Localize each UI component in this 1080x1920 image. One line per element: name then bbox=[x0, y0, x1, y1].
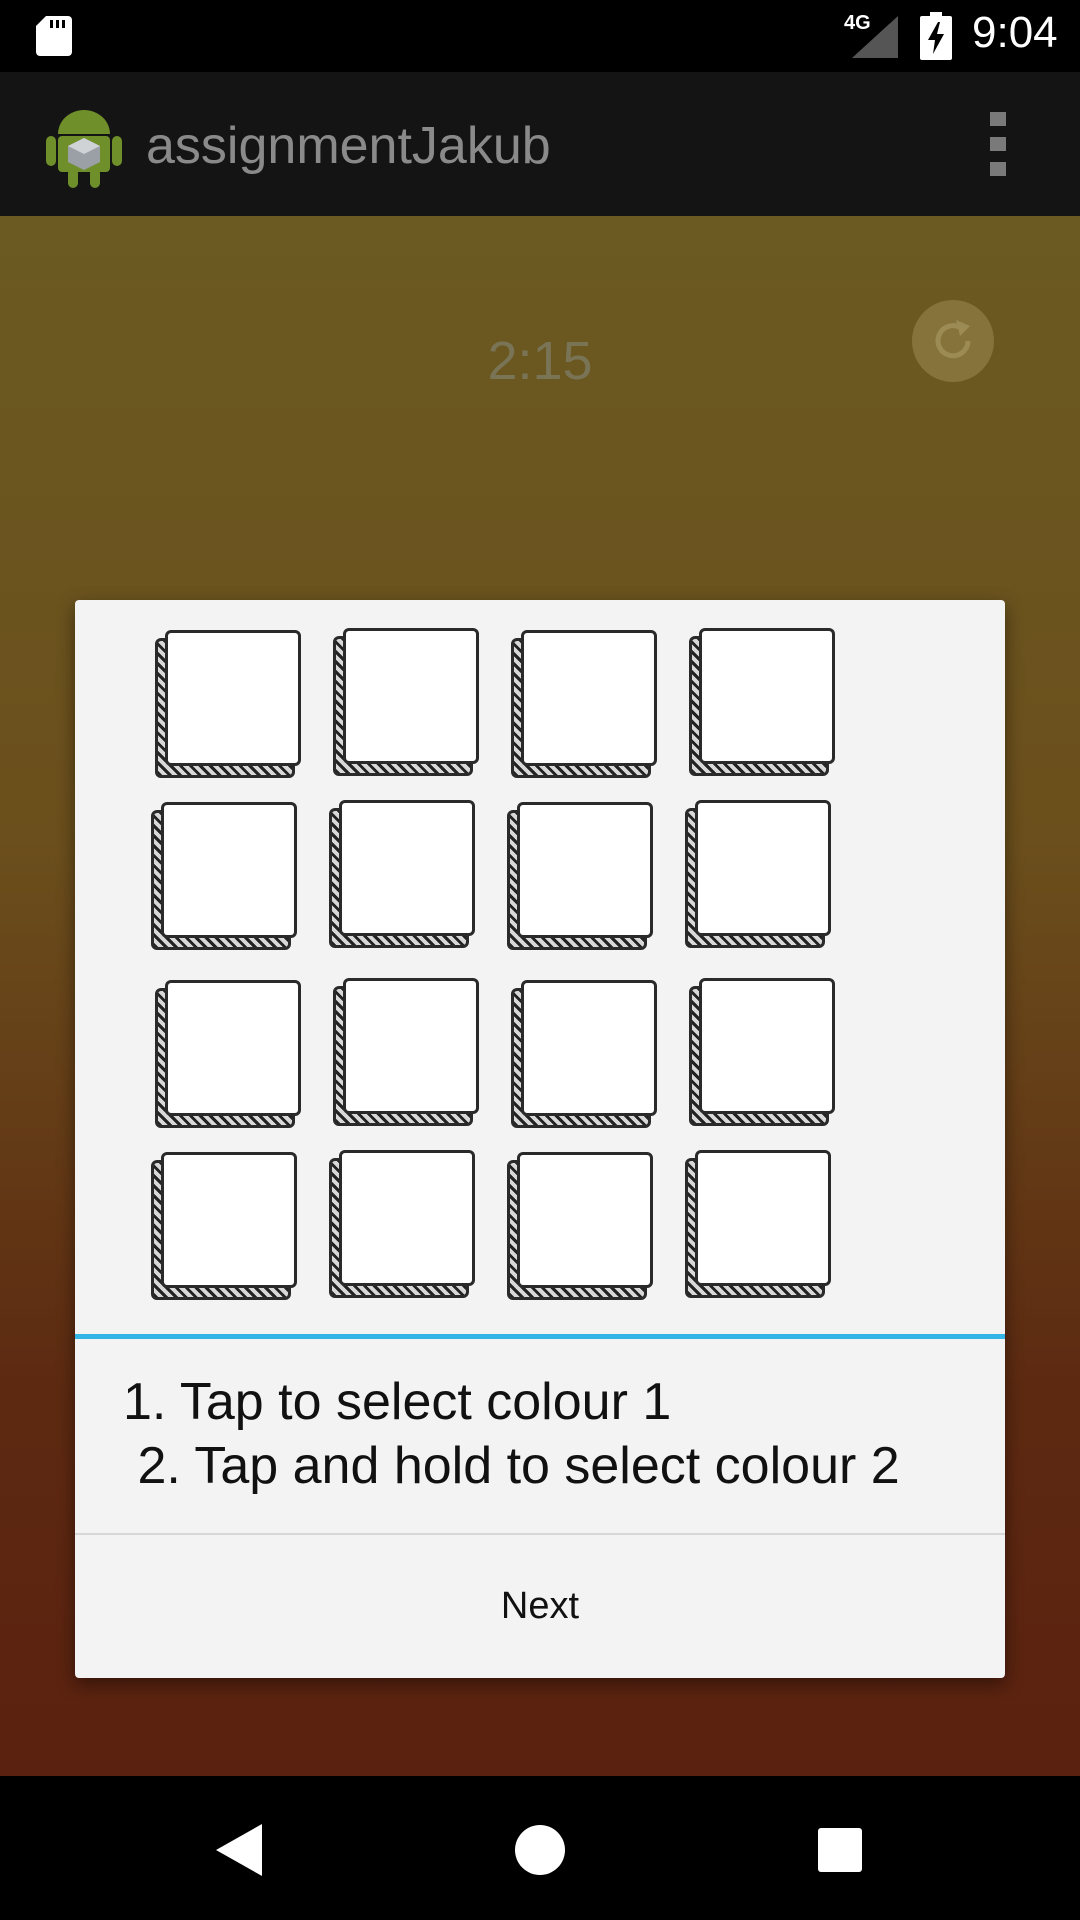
color-tile[interactable] bbox=[151, 802, 299, 950]
sd-card-icon bbox=[36, 16, 72, 56]
navigation-bar bbox=[0, 1776, 1080, 1920]
color-tile[interactable] bbox=[155, 980, 303, 1128]
instruction-line-2: 2. Tap and hold to select colour 2 bbox=[123, 1437, 900, 1495]
overflow-menu-icon[interactable] bbox=[984, 110, 1012, 178]
tile-face bbox=[339, 1150, 475, 1286]
tile-face bbox=[699, 978, 835, 1114]
color-tile[interactable] bbox=[511, 630, 659, 778]
tile-face bbox=[161, 1152, 297, 1288]
tile-face bbox=[161, 802, 297, 938]
color-tile[interactable] bbox=[329, 1150, 477, 1298]
tile-face bbox=[521, 630, 657, 766]
tile-face bbox=[695, 1150, 831, 1286]
color-tile[interactable] bbox=[507, 802, 655, 950]
color-tile[interactable] bbox=[155, 630, 303, 778]
color-tile[interactable] bbox=[507, 1152, 655, 1300]
battery-charging-icon bbox=[920, 12, 952, 60]
color-tile[interactable] bbox=[685, 800, 833, 948]
status-bar: 4G 9:04 bbox=[0, 0, 1080, 72]
signal-icon bbox=[852, 16, 898, 58]
dialog-divider-accent bbox=[75, 1334, 1005, 1339]
instruction-line-1: 1. Tap to select colour 1 bbox=[123, 1373, 672, 1431]
color-tile[interactable] bbox=[333, 628, 481, 776]
color-tile[interactable] bbox=[511, 980, 659, 1128]
next-button[interactable]: Next bbox=[75, 1535, 1005, 1678]
color-tile[interactable] bbox=[329, 800, 477, 948]
tile-face bbox=[521, 980, 657, 1116]
refresh-icon bbox=[935, 320, 971, 359]
tile-face bbox=[517, 1152, 653, 1288]
tile-face bbox=[695, 800, 831, 936]
instructions-dialog: 1. Tap to select colour 1 2. Tap and hol… bbox=[75, 600, 1005, 1678]
tile-grid bbox=[151, 628, 855, 1300]
tile-face bbox=[343, 628, 479, 764]
tile-face bbox=[343, 978, 479, 1114]
status-clock: 9:04 bbox=[972, 8, 1058, 57]
color-tile[interactable] bbox=[151, 1152, 299, 1300]
home-icon[interactable] bbox=[510, 1820, 570, 1880]
tile-face bbox=[339, 800, 475, 936]
recents-icon[interactable] bbox=[810, 1820, 870, 1880]
color-tile[interactable] bbox=[689, 628, 837, 776]
app-title: assignmentJakub bbox=[146, 117, 551, 175]
tile-face bbox=[699, 628, 835, 764]
app-bar: assignmentJakub bbox=[0, 72, 1080, 216]
tile-face bbox=[517, 802, 653, 938]
game-screen: 2:15 1. Tap to select colour 1 2. Tap an… bbox=[0, 216, 1080, 1776]
android-app-icon bbox=[46, 110, 122, 188]
color-tile[interactable] bbox=[689, 978, 837, 1126]
back-icon[interactable] bbox=[210, 1820, 270, 1880]
tile-face bbox=[165, 980, 301, 1116]
color-tile[interactable] bbox=[333, 978, 481, 1126]
refresh-button[interactable] bbox=[912, 300, 994, 382]
instructions-text: 1. Tap to select colour 1 2. Tap and hol… bbox=[123, 1370, 983, 1498]
tile-face bbox=[165, 630, 301, 766]
color-tile[interactable] bbox=[685, 1150, 833, 1298]
